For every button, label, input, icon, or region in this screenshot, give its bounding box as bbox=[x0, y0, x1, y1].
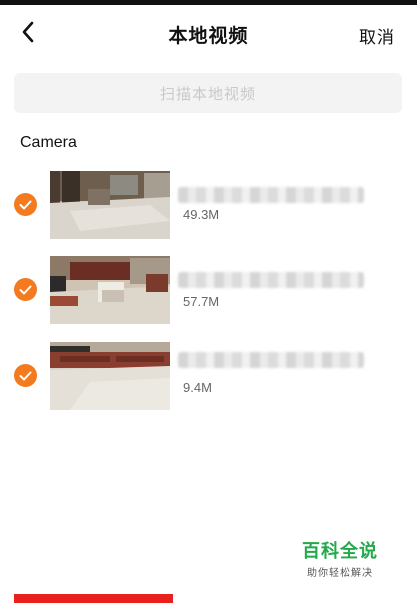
video-name-blurred bbox=[178, 272, 364, 288]
header: 本地视频 取消 bbox=[0, 5, 417, 59]
cancel-button[interactable]: 取消 bbox=[359, 23, 395, 48]
video-size: 57.7M bbox=[183, 294, 220, 309]
video-item[interactable]: 9.4M bbox=[0, 342, 417, 410]
video-size: 9.4M bbox=[183, 380, 212, 395]
video-item[interactable]: 57.7M bbox=[0, 256, 417, 324]
check-icon[interactable] bbox=[14, 193, 37, 216]
video-name-blurred bbox=[178, 352, 364, 368]
watermark-logo: 百科全说 助你轻松解决 bbox=[300, 537, 380, 579]
scan-button-label: 扫描本地视频 bbox=[159, 84, 256, 103]
video-thumbnail bbox=[50, 256, 170, 324]
scan-local-videos-button[interactable]: 扫描本地视频 bbox=[14, 73, 402, 113]
video-thumbnail bbox=[50, 171, 170, 239]
video-item[interactable]: 49.3M bbox=[0, 171, 417, 239]
watermark-title: 百科全说 bbox=[302, 541, 378, 562]
video-name-blurred bbox=[178, 187, 364, 203]
page-title: 本地视频 bbox=[168, 25, 249, 47]
bottom-action-bar[interactable] bbox=[14, 594, 173, 603]
section-title: Camera bbox=[20, 134, 77, 151]
watermark-subtitle: 助你轻松解决 bbox=[307, 568, 373, 579]
check-icon[interactable] bbox=[14, 278, 37, 301]
video-size: 49.3M bbox=[183, 207, 220, 222]
check-icon[interactable] bbox=[14, 364, 37, 387]
video-thumbnail bbox=[50, 342, 170, 410]
